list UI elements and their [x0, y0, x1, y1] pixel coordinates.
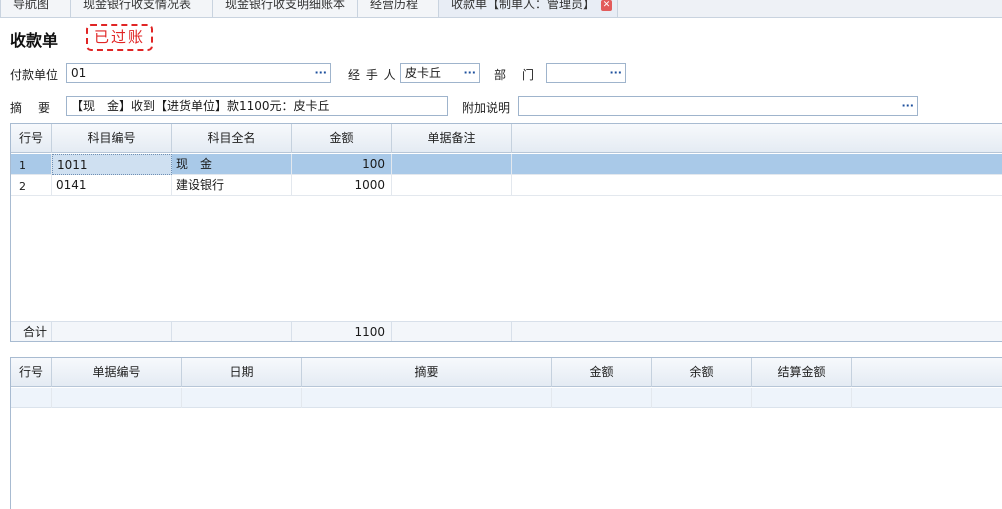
summary-input[interactable]: 【现 金】收到【进货单位】款1100元：皮卡丘: [66, 96, 448, 116]
ellipsis-icon[interactable]: ···: [609, 64, 622, 82]
col-header-remark[interactable]: 单据备注: [392, 124, 512, 153]
ellipsis-icon[interactable]: ···: [901, 97, 914, 115]
empty-cell: [302, 388, 552, 408]
empty-cell: [652, 388, 752, 408]
account-code-cell[interactable]: 1011: [52, 154, 172, 175]
tab-cash-bank-detail[interactable]: 现金银行收支明细账本: [212, 0, 358, 18]
handler-value: 皮卡丘: [405, 66, 442, 80]
tab-label: 现金银行收支情况表: [83, 0, 192, 11]
table-row[interactable]: [11, 388, 1002, 408]
total-row: 合计 1100: [11, 321, 1002, 341]
remark-cell[interactable]: [392, 175, 512, 196]
summary-value: 【现 金】收到【进货单位】款1100元：皮卡丘: [71, 99, 330, 113]
col-header-balance[interactable]: 余额: [652, 358, 752, 387]
empty-cell: [11, 388, 52, 408]
handler-label: 经 手 人: [348, 68, 397, 82]
total-label: 合计: [11, 322, 52, 341]
total-empty-cell: [172, 322, 292, 341]
col-header-amount[interactable]: 金额: [292, 124, 392, 153]
account-grid: 行号 科目编号 科目全名 金额 单据备注 1 1011 现 金 100 2 01…: [10, 123, 1002, 342]
tab-cash-bank-summary[interactable]: 现金银行收支情况表: [70, 0, 213, 18]
summary-label: 摘 要: [10, 101, 53, 115]
row-number: 1: [11, 154, 52, 175]
tab-business-history[interactable]: 经营历程: [357, 0, 439, 18]
dept-label: 部 门: [494, 68, 537, 82]
account-name-cell[interactable]: 现 金: [172, 154, 292, 175]
table-row[interactable]: 1 1011 现 金 100: [11, 154, 1002, 175]
tab-bar: 导航图 现金银行收支情况表 现金银行收支明细账本 经营历程 收款单【制单人：管理…: [0, 0, 1002, 18]
col-header-settled-amount[interactable]: 结算金额: [752, 358, 852, 387]
tab-navigation[interactable]: 导航图: [0, 0, 71, 18]
note-field[interactable]: ···: [518, 96, 918, 116]
col-header-account-name[interactable]: 科目全名: [172, 124, 292, 153]
ellipsis-icon[interactable]: ···: [314, 64, 327, 82]
col-header-amount[interactable]: 金额: [552, 358, 652, 387]
payer-value: 01: [71, 66, 87, 80]
account-name-cell[interactable]: 建设银行: [172, 175, 292, 196]
ellipsis-icon[interactable]: ···: [463, 64, 476, 82]
account-code-cell[interactable]: 0141: [52, 175, 172, 196]
empty-cell: [182, 388, 302, 408]
posted-stamp: 已过账: [86, 24, 153, 51]
total-empty-cell: [392, 322, 512, 341]
amount-cell[interactable]: 100: [292, 154, 392, 175]
table-row[interactable]: 2 0141 建设银行 1000: [11, 175, 1002, 196]
handler-field[interactable]: 皮卡丘 ···: [400, 63, 480, 83]
close-icon[interactable]: ✕: [601, 0, 613, 11]
tab-label: 导航图: [13, 0, 50, 11]
col-header-doc-no[interactable]: 单据编号: [52, 358, 182, 387]
payer-field[interactable]: 01 ···: [66, 63, 331, 83]
settlement-grid: 行号 单据编号 日期 摘要 金额 余额 结算金额: [10, 357, 1002, 509]
col-header-row-no[interactable]: 行号: [11, 124, 52, 153]
tab-label: 收款单【制单人：管理员】: [451, 0, 596, 11]
col-header-row-no[interactable]: 行号: [11, 358, 52, 387]
payer-label: 付款单位: [10, 68, 59, 82]
row-number: 2: [11, 175, 52, 196]
col-header-summary[interactable]: 摘要: [302, 358, 552, 387]
empty-cell: [52, 388, 182, 408]
total-empty-cell: [52, 322, 172, 341]
empty-cell: [752, 388, 852, 408]
settlement-grid-header: 行号 单据编号 日期 摘要 金额 余额 结算金额: [11, 358, 1002, 387]
account-grid-header: 行号 科目编号 科目全名 金额 单据备注: [11, 124, 1002, 153]
page-title: 收款单: [10, 31, 59, 50]
tab-label: 现金银行收支明细账本: [225, 0, 346, 11]
col-header-account-code[interactable]: 科目编号: [52, 124, 172, 153]
amount-cell[interactable]: 1000: [292, 175, 392, 196]
tab-receipt[interactable]: 收款单【制单人：管理员】 ✕: [438, 0, 618, 18]
total-amount: 1100: [292, 322, 392, 341]
col-header-date[interactable]: 日期: [182, 358, 302, 387]
remark-cell[interactable]: [392, 154, 512, 175]
note-label: 附加说明: [462, 101, 511, 115]
dept-field[interactable]: ···: [546, 63, 626, 83]
tab-label: 经营历程: [370, 0, 419, 11]
empty-cell: [552, 388, 652, 408]
